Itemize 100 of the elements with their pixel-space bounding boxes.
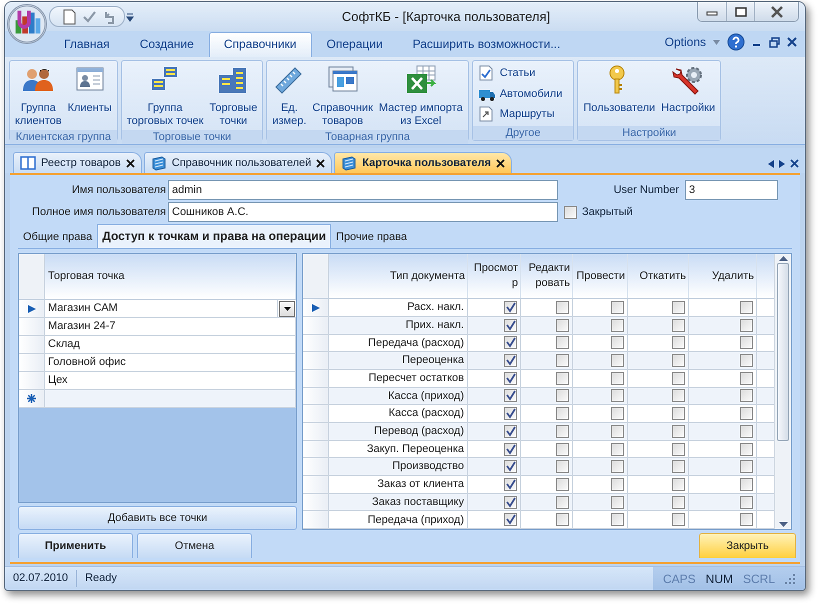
ribbon-button[interactable]: Справочник товаров [310, 63, 375, 130]
close-icon[interactable] [126, 158, 135, 168]
checkbox[interactable] [672, 336, 685, 350]
ribbon-tab[interactable]: Операции [312, 32, 398, 57]
checkbox[interactable] [611, 424, 624, 438]
caret-icon[interactable] [713, 40, 720, 44]
ribbon-button[interactable]: Клиенты [66, 63, 114, 130]
checkbox[interactable] [740, 513, 753, 526]
checkbox[interactable] [740, 372, 753, 385]
checkbox[interactable] [611, 336, 624, 350]
checkbox[interactable] [740, 301, 753, 314]
checkbox[interactable] [504, 478, 517, 491]
checkbox[interactable] [556, 478, 569, 491]
ribbon-tab[interactable]: Создание [124, 32, 209, 57]
checkbox[interactable] [504, 442, 517, 456]
ribbon-button[interactable]: Статьи [476, 64, 564, 82]
checkbox[interactable] [556, 460, 569, 474]
customize-toolbar-icon[interactable] [125, 10, 135, 22]
checkbox[interactable] [740, 407, 753, 420]
ribbon-tab[interactable]: Справочники [208, 32, 312, 57]
checkbox[interactable] [672, 389, 685, 402]
cancel-button[interactable]: Отмена [137, 533, 252, 558]
checkbox[interactable] [611, 442, 624, 456]
checkbox[interactable] [556, 513, 569, 526]
checkbox[interactable] [611, 513, 624, 526]
checkbox[interactable] [556, 442, 569, 456]
user-number-field[interactable]: 3 [685, 180, 778, 200]
add-all-button[interactable]: Добавить все точки [18, 506, 297, 530]
options-menu[interactable]: Options [664, 33, 706, 51]
checkbox[interactable] [611, 354, 624, 368]
checkbox[interactable] [611, 372, 624, 385]
checkbox[interactable] [672, 442, 685, 456]
checkbox[interactable] [611, 389, 624, 402]
row-header[interactable] [19, 390, 45, 407]
close-icon[interactable] [316, 158, 326, 168]
ribbon-button[interactable]: Настройки [659, 63, 718, 126]
checkbox[interactable] [504, 460, 517, 474]
checkbox[interactable] [556, 407, 569, 420]
close-icon[interactable] [496, 158, 505, 168]
checkbox[interactable] [504, 424, 517, 438]
minimize-button[interactable] [698, 2, 726, 21]
close-icon[interactable] [787, 37, 797, 47]
checkbox[interactable] [740, 336, 753, 350]
checkmark-icon[interactable] [82, 10, 96, 24]
checkbox[interactable] [672, 513, 685, 526]
close-button[interactable]: Закрыть [699, 533, 796, 558]
document-tab[interactable]: Карточка пользователя [334, 152, 512, 173]
checkbox[interactable] [672, 301, 685, 314]
tab[interactable]: Общие права [18, 226, 98, 248]
maximize-button[interactable] [726, 2, 754, 21]
checkbox[interactable] [672, 407, 685, 420]
checkbox[interactable] [672, 460, 685, 474]
checkbox[interactable] [740, 354, 753, 368]
ribbon-button[interactable]: Мастер импорта из Excel [376, 63, 465, 130]
checkbox[interactable] [672, 478, 685, 491]
checkbox[interactable] [556, 301, 569, 314]
document-tab[interactable]: Справочник пользователей [144, 152, 332, 173]
checkbox[interactable] [740, 424, 753, 438]
close-icon[interactable] [790, 159, 799, 168]
app-logo-icon[interactable] [7, 4, 47, 44]
username-field[interactable]: admin [168, 180, 558, 200]
checkbox[interactable] [611, 318, 624, 332]
checkbox[interactable] [740, 460, 753, 474]
checkbox[interactable] [740, 318, 753, 332]
new-document-icon[interactable] [62, 8, 76, 24]
checkbox[interactable] [504, 354, 517, 368]
checkbox[interactable] [740, 442, 753, 456]
checkbox[interactable] [740, 389, 753, 402]
ribbon-button[interactable]: Торговые точки [207, 63, 260, 130]
checkbox[interactable] [611, 407, 624, 420]
checkbox[interactable] [504, 318, 517, 332]
checkbox[interactable] [672, 318, 685, 332]
checkbox[interactable] [611, 496, 624, 509]
checkbox[interactable] [556, 318, 569, 332]
ribbon-button[interactable]: Пользователи [581, 63, 658, 126]
scroll-right-icon[interactable] [779, 160, 785, 168]
checkbox[interactable] [740, 496, 753, 509]
checkbox[interactable] [611, 301, 624, 314]
document-tab[interactable]: Реестр товаров [13, 152, 142, 173]
checkbox[interactable] [672, 424, 685, 438]
checkbox[interactable] [556, 372, 569, 385]
tab[interactable]: Доступ к точкам и права на операции [97, 224, 332, 248]
checkbox[interactable] [672, 372, 685, 385]
checkbox[interactable] [672, 354, 685, 368]
tab[interactable]: Прочие права [331, 226, 412, 248]
apply-button[interactable]: Применить [18, 533, 133, 558]
undo-icon[interactable] [102, 10, 116, 24]
ribbon-button[interactable]: Группа клиентов [13, 63, 64, 130]
scrollbar[interactable] [774, 254, 791, 529]
checkbox[interactable] [672, 496, 685, 509]
checkbox[interactable] [740, 478, 753, 491]
scroll-left-icon[interactable] [768, 160, 774, 168]
ribbon-button[interactable]: Автомобили [476, 84, 564, 103]
checkbox[interactable] [504, 301, 517, 314]
ribbon-tab[interactable]: Расширить возможности... [398, 32, 576, 57]
checkbox[interactable] [504, 496, 517, 509]
checkbox[interactable] [556, 336, 569, 350]
checkbox[interactable] [504, 389, 517, 402]
checkbox[interactable] [504, 513, 517, 526]
checkbox[interactable] [564, 206, 577, 218]
